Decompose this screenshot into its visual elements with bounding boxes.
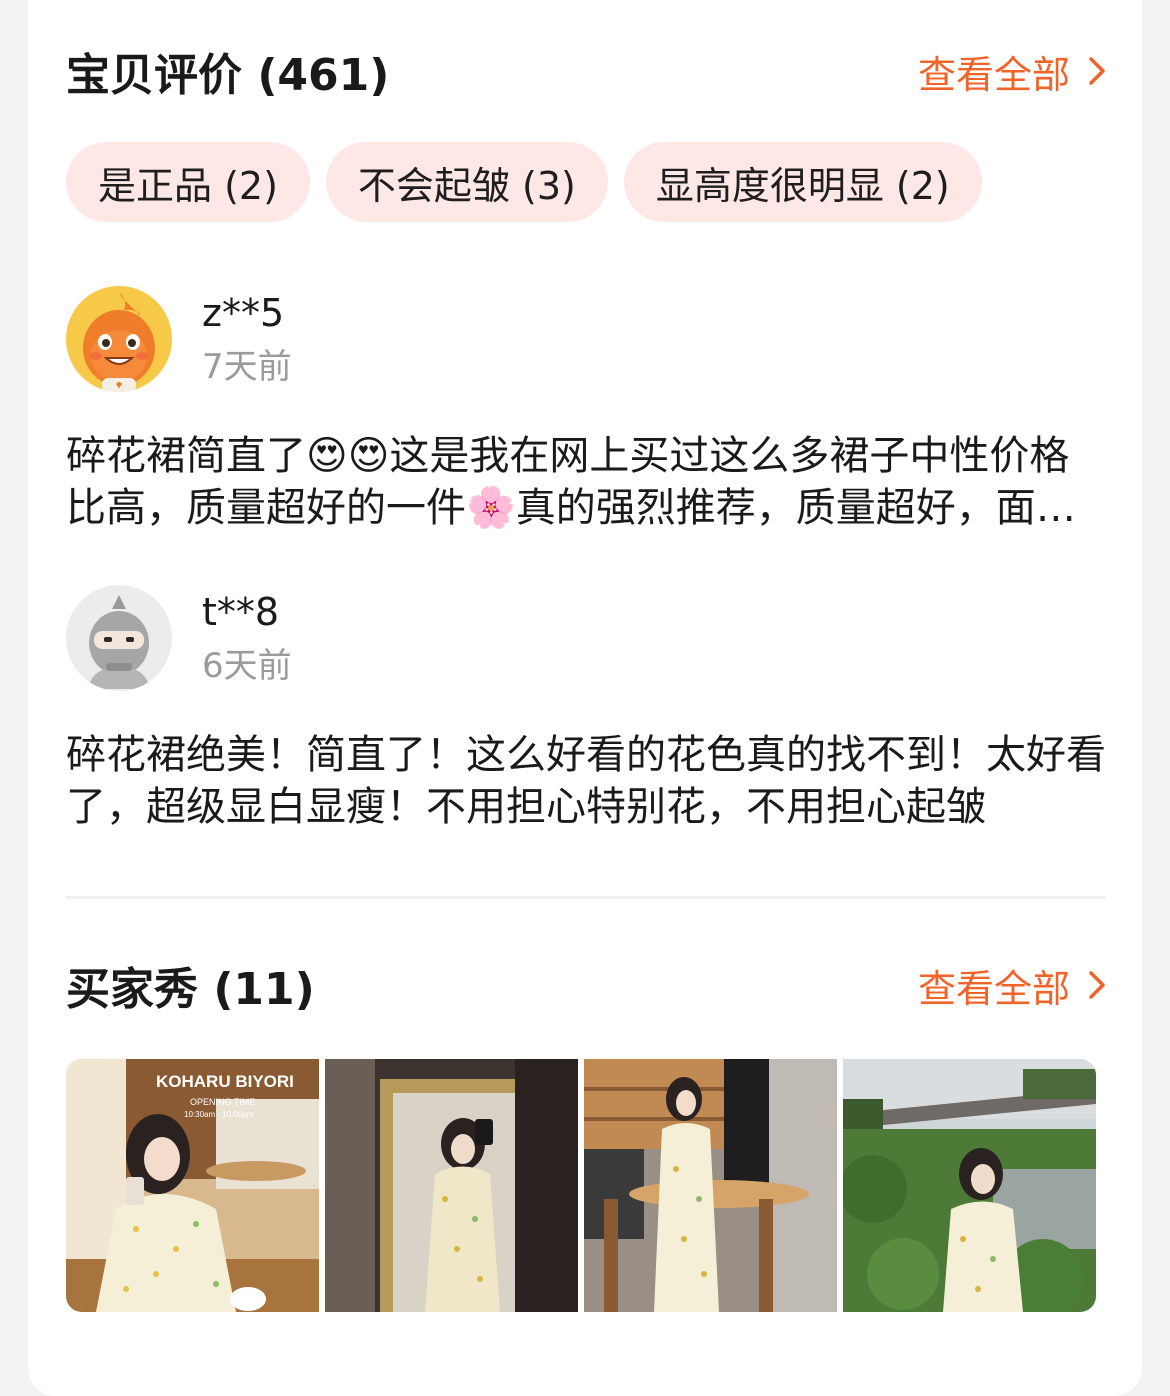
- section-divider: [66, 896, 1106, 899]
- review-header: z**5 7天前: [66, 286, 1106, 392]
- chevron-right-icon: [1089, 57, 1105, 85]
- review-tag[interactable]: 不会起皱 (3): [325, 142, 608, 222]
- buyer-photo[interactable]: [843, 1059, 1096, 1312]
- view-all-label: 查看全部: [917, 52, 1070, 97]
- gray-ninja-avatar-icon[interactable]: [66, 585, 172, 691]
- reviews-header: 宝贝评价 (461) 查看全部: [66, 36, 1106, 106]
- reviewer-name: t**8: [202, 590, 280, 634]
- cafe-sign-sub: OPENING TIME: [190, 1097, 255, 1107]
- review-time: 7天前: [202, 347, 292, 387]
- review-tag[interactable]: 是正品 (2): [66, 142, 310, 222]
- buyer-show-title: 买家秀 (11): [66, 964, 315, 1015]
- reviewer-name: z**5: [202, 291, 285, 335]
- review-text: 碎花裙简直了😍😍这是我在网上买过这么多裙子中性价格比高，质量超好的一件🌸真的强烈…: [66, 433, 1076, 531]
- review-item[interactable]: t**8 6天前 碎花裙绝美！简直了！这么好看的花色真的找不到！太好看了，超级显…: [66, 585, 1106, 833]
- cafe-sign-text: KOHARU BIYORI: [156, 1072, 294, 1091]
- reviews-view-all-link[interactable]: 查看全部: [918, 44, 1106, 99]
- buyer-show-view-all-link[interactable]: 查看全部: [918, 958, 1106, 1013]
- buyer-photo[interactable]: KOHARU BIYORI OPENING TIME 10:30am - 10:…: [66, 1059, 319, 1312]
- review-tag[interactable]: 显高度很明显 (2): [623, 142, 982, 222]
- buyer-photo[interactable]: [584, 1059, 837, 1312]
- buyer-show-header: 买家秀 (11) 查看全部: [66, 950, 1106, 1020]
- review-time: 6天前: [202, 646, 292, 686]
- orange-mascot-avatar-icon[interactable]: [66, 286, 172, 392]
- view-all-label: 查看全部: [917, 966, 1070, 1011]
- buyer-photo[interactable]: [325, 1059, 578, 1312]
- review-item[interactable]: z**5 7天前 碎花裙简直了😍😍这是我在网上买过这么多裙子中性价格比高，质量超…: [66, 286, 1106, 534]
- reviews-title: 宝贝评价 (461): [66, 50, 390, 101]
- review-header: t**8 6天前: [66, 585, 1106, 691]
- cafe-sign-hours: 10:30am - 10:00pm: [184, 1110, 254, 1119]
- review-tags: 是正品 (2) 不会起皱 (3) 显高度很明显 (2): [66, 142, 982, 222]
- buyer-show-gallery: KOHARU BIYORI OPENING TIME 10:30am - 10:…: [66, 1059, 1096, 1312]
- chevron-right-icon: [1089, 971, 1105, 999]
- review-text: 碎花裙绝美！简直了！这么好看的花色真的找不到！太好看了，超级显白显瘦！不用担心特…: [66, 732, 1106, 830]
